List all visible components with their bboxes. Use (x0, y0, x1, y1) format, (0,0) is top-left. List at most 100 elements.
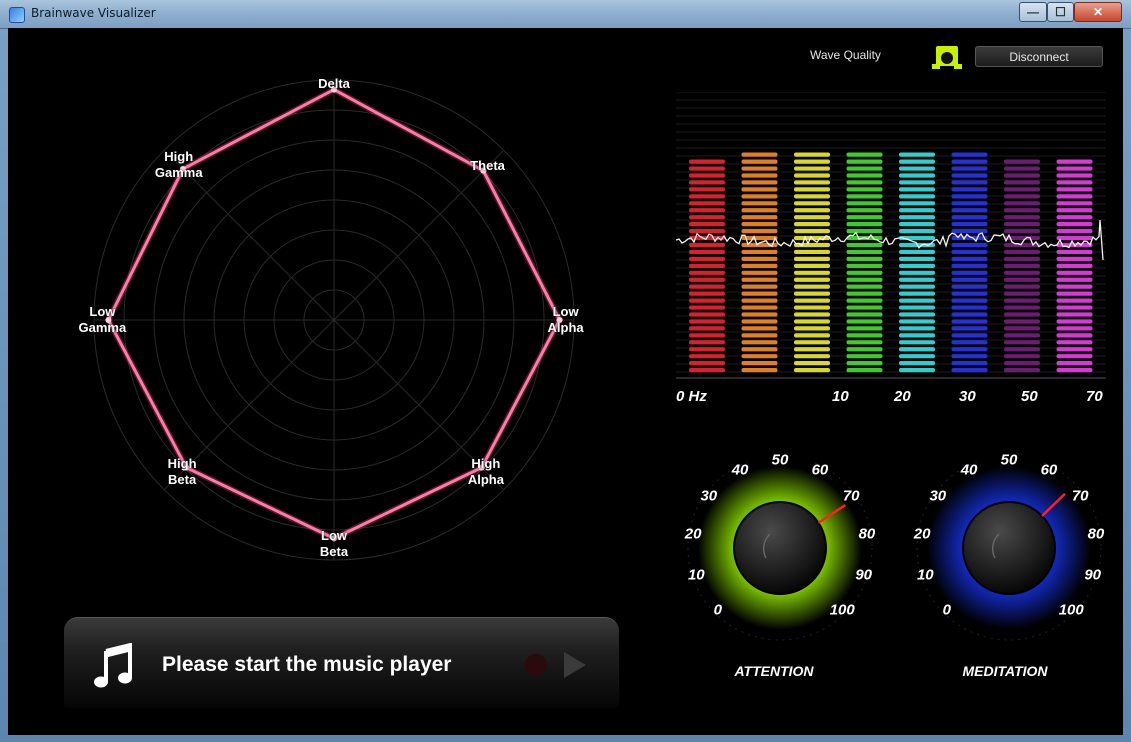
spectrum-segment (899, 354, 935, 359)
spectrum-segment (689, 159, 725, 164)
spectrum-segment (951, 215, 988, 220)
spectrum-segment (794, 180, 830, 185)
spectrum-segment (951, 208, 988, 213)
dial-attention-tick-100: 100 (829, 601, 855, 619)
spectrum-segment (846, 152, 883, 157)
radar-label-delta: Delta (318, 75, 350, 91)
spectrum-segment (794, 326, 830, 331)
spectrum-segment (689, 291, 725, 296)
spectrum-segment (1056, 312, 1093, 317)
spectrum-segment (689, 368, 725, 373)
spectrum-segment (846, 159, 883, 164)
spectrum-segment (794, 277, 830, 282)
frequency-label-5: 50 (1021, 388, 1038, 405)
minimize-button[interactable]: — (1019, 2, 1047, 22)
spectrum-segment (899, 208, 935, 213)
spectrum-segment (1056, 270, 1093, 275)
spectrum-segment (689, 319, 725, 324)
dial-attention-tick-70: 70 (842, 487, 860, 505)
spectrum-segment (689, 249, 725, 255)
frequency-label-4: 30 (959, 388, 976, 405)
dial-attention-tick-10: 10 (687, 566, 705, 584)
spectrum-segment (689, 277, 725, 282)
record-button[interactable] (525, 654, 547, 676)
spectrum-segment (741, 368, 778, 373)
spectrum-segment (1004, 194, 1040, 199)
app-icon (9, 7, 25, 23)
radar-label-low_gamma: Low Gamma (78, 304, 127, 335)
spectrum-segment (794, 319, 830, 324)
radar-label-high_beta: High Beta (167, 455, 197, 487)
spectrum-segment (794, 347, 830, 352)
spectrum-column-6 (951, 152, 988, 373)
spectrum-segment (741, 277, 778, 282)
dial-attention-tick-20: 20 (684, 525, 702, 543)
spectrum-segment (1056, 187, 1093, 192)
spectrum-segment (846, 229, 883, 234)
spectrum-segment (951, 284, 988, 289)
spectrum-column-7 (1004, 159, 1040, 373)
dial-knob[interactable] (733, 501, 827, 595)
spectrum-segment (741, 354, 778, 359)
spectrum-segment (1056, 368, 1093, 373)
spectrum-segment (951, 256, 988, 261)
spectrum-segment (689, 242, 725, 248)
spectrum-segment (1004, 277, 1040, 282)
close-button[interactable]: ✕ (1074, 2, 1122, 22)
frequency-label-3: 20 (894, 388, 911, 405)
spectrum-segment (689, 173, 725, 178)
spectrum-segment (846, 312, 883, 317)
spectrum-segment (741, 256, 778, 261)
maximize-button[interactable]: ☐ (1047, 2, 1074, 22)
spectrum-segment (794, 263, 830, 268)
spectrum-segment (1004, 256, 1040, 261)
spectrum-segment (689, 312, 725, 317)
spectrum-segment (794, 368, 830, 373)
spectrum-segment (689, 201, 725, 206)
spectrum-segment (794, 284, 830, 289)
spectrum-column-3 (794, 152, 830, 373)
spectrum-segment (846, 305, 883, 310)
dial-meditation-tick-80: 80 (1087, 525, 1105, 543)
spectrum-segment (1056, 173, 1093, 178)
disconnect-button[interactable]: Disconnect (975, 46, 1103, 67)
spectrum-segment (794, 152, 830, 157)
spectrum-segment (846, 180, 883, 185)
spectrum-column-4 (846, 152, 883, 373)
spectrum-segment (1004, 263, 1040, 268)
spectrum-segment (899, 270, 935, 275)
dial-attention-tick-90: 90 (855, 566, 873, 584)
spectrum-segment (951, 326, 988, 331)
spectrum-segment (689, 347, 725, 352)
spectrum-segment (846, 270, 883, 275)
play-button[interactable] (564, 652, 586, 678)
frequency-label-1: 0 Hz (676, 388, 707, 405)
spectrum-segment (1004, 270, 1040, 275)
spectrum-segment (741, 187, 778, 192)
dial-meditation-tick-70: 70 (1071, 487, 1089, 505)
spectrum-segment (846, 263, 883, 268)
spectrum-segment (1056, 361, 1093, 366)
spectrum-segment (899, 187, 935, 192)
title-bar[interactable]: Brainwave Visualizer — ☐ ✕ (0, 0, 1131, 29)
spectrum-segment (794, 159, 830, 164)
spectrum-segment (899, 326, 935, 331)
spectrum-segment (951, 305, 988, 310)
spectrum-segment (951, 222, 988, 227)
spectrum-segment (1056, 291, 1093, 296)
spectrum-segment (951, 277, 988, 282)
spectrum-segment (1056, 263, 1093, 268)
spectrum-segment (951, 159, 988, 164)
spectrum-segment (1056, 215, 1093, 220)
spectrum-segment (951, 270, 988, 275)
dial-knob[interactable] (962, 501, 1056, 595)
spectrum-segment (794, 312, 830, 317)
spectrum-segment (1004, 312, 1040, 317)
spectrum-segment (846, 333, 883, 338)
spectrum-segment (899, 159, 935, 164)
spectrum-segment (689, 298, 725, 303)
spectrum-segment (741, 159, 778, 164)
spectrum-column-1 (689, 159, 725, 373)
spectrum-segment (689, 305, 725, 310)
spectrum-segment (1004, 305, 1040, 310)
